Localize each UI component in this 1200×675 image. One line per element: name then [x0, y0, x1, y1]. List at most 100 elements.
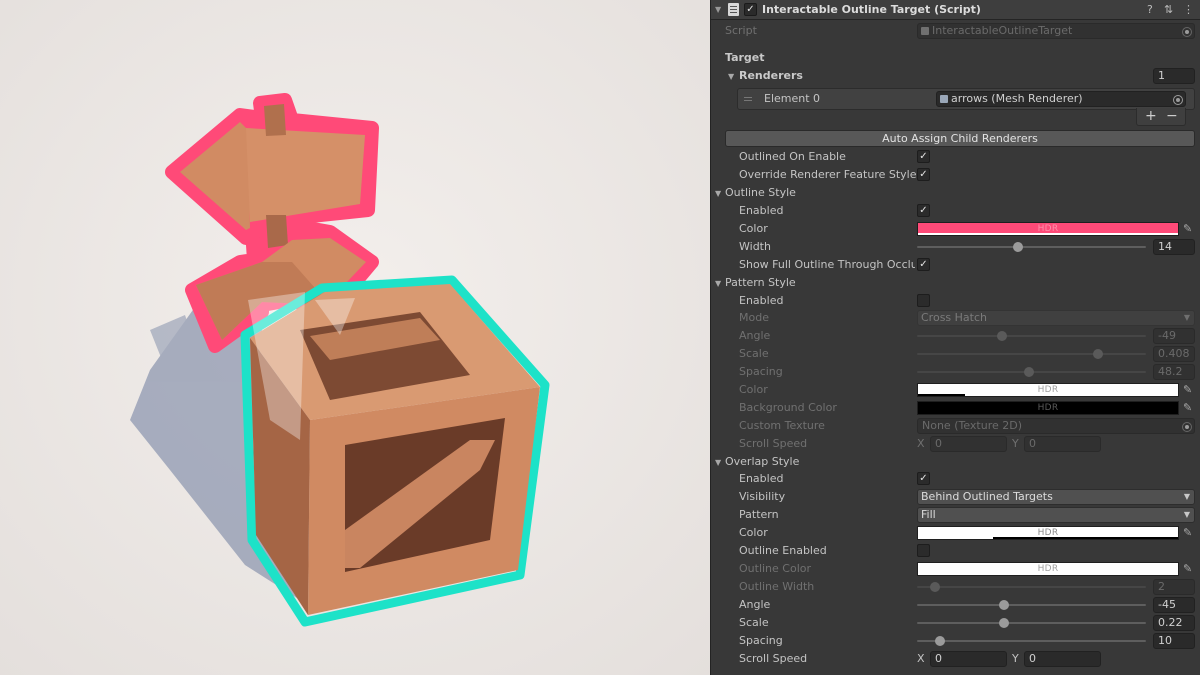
overlap-spacing-slider[interactable] — [917, 636, 1146, 646]
overlap-outline-width-slider — [917, 582, 1146, 592]
overlap-outline-enabled-row: Outline Enabled — [711, 542, 1200, 560]
overlap-spacing-row: Spacing 10 — [711, 632, 1200, 650]
overlap-pattern-value: Fill — [921, 508, 936, 521]
overlap-scroll-y-field[interactable]: 0 — [1024, 651, 1101, 667]
chevron-down-icon: ▼ — [1183, 492, 1190, 501]
pattern-enabled-toggle[interactable] — [917, 294, 930, 307]
slider-thumb[interactable] — [1012, 242, 1023, 252]
pattern-color-row: Color HDR ✎ — [711, 381, 1200, 399]
slider-thumb — [996, 331, 1007, 341]
script-value: InteractableOutlineTarget — [932, 24, 1073, 37]
eyedropper-icon[interactable]: ✎ — [1183, 527, 1195, 539]
overlap-pattern-dropdown[interactable]: Fill ▼ — [917, 507, 1195, 523]
overlap-outline-enabled-toggle[interactable] — [917, 544, 930, 557]
pattern-bg-color-row: Background Color HDR ✎ — [711, 399, 1200, 417]
renderers-row[interactable]: ▼ Renderers 1 — [711, 67, 1200, 85]
overlap-style-label: Overlap Style — [725, 455, 800, 468]
script-file-icon — [921, 27, 929, 35]
overlap-angle-field[interactable]: -45 — [1153, 597, 1195, 613]
pattern-scale-row: Scale 0.408 — [711, 345, 1200, 363]
element-0-field[interactable]: arrows (Mesh Renderer) — [936, 91, 1186, 107]
outline-width-field[interactable]: 14 — [1153, 239, 1195, 255]
element-0-label: Element 0 — [764, 92, 821, 105]
overlap-scale-field[interactable]: 0.22 — [1153, 615, 1195, 631]
slider-thumb[interactable] — [934, 636, 945, 646]
pattern-style-header[interactable]: ▼ Pattern Style — [711, 274, 1200, 292]
overlap-style-fold-icon[interactable]: ▼ — [715, 458, 721, 467]
overlap-visibility-row: Visibility Behind Outlined Targets ▼ — [711, 488, 1200, 506]
remove-element-button[interactable]: − — [1166, 108, 1178, 124]
outline-enabled-toggle[interactable]: ✓ — [917, 204, 930, 217]
object-picker-icon — [1182, 422, 1192, 432]
show-full-outline-toggle[interactable]: ✓ — [917, 258, 930, 271]
overlap-outline-enabled-label: Outline Enabled — [739, 544, 827, 557]
y-label: Y — [1012, 652, 1019, 665]
outlined-on-enable-label: Outlined On Enable — [739, 150, 846, 163]
overlap-outline-width-field: 2 — [1153, 579, 1195, 595]
component-enable-checkbox[interactable]: ✓ — [744, 3, 757, 16]
override-style-toggle[interactable]: ✓ — [917, 168, 930, 181]
overlap-enabled-toggle[interactable]: ✓ — [917, 472, 930, 485]
custom-texture-value: None (Texture 2D) — [922, 419, 1023, 432]
overlap-angle-slider[interactable] — [917, 600, 1146, 610]
hdr-badge: HDR — [1037, 564, 1059, 574]
drag-handle-icon[interactable] — [744, 97, 752, 98]
pattern-angle-label: Angle — [739, 329, 771, 342]
slider-thumb[interactable] — [999, 618, 1010, 628]
outline-style-header[interactable]: ▼ Outline Style — [711, 184, 1200, 202]
fold-arrow-icon[interactable]: ▼ — [715, 5, 721, 14]
overlap-scale-slider[interactable] — [917, 618, 1146, 628]
outline-width-row: Width 14 — [711, 238, 1200, 256]
overlap-style-header[interactable]: ▼ Overlap Style — [711, 453, 1200, 471]
renderers-label: Renderers — [739, 69, 803, 82]
overlap-scale-row: Scale 0.22 — [711, 614, 1200, 632]
outlined-on-enable-row: Outlined On Enable ✓ — [711, 148, 1200, 166]
auto-assign-button[interactable]: Auto Assign Child Renderers — [725, 130, 1195, 147]
outlined-on-enable-toggle[interactable]: ✓ — [917, 150, 930, 163]
target-header: Target — [725, 51, 765, 64]
crate-object — [240, 275, 550, 627]
overlap-outline-color-swatch: HDR — [917, 562, 1179, 576]
x-label: X — [917, 652, 925, 665]
overlap-angle-label: Angle — [739, 598, 771, 611]
help-icon[interactable]: ? — [1147, 3, 1153, 16]
outline-color-swatch[interactable]: HDR — [917, 222, 1179, 236]
outline-enabled-row: Enabled ✓ — [711, 202, 1200, 220]
y-label: Y — [1012, 437, 1019, 450]
override-style-row: Override Renderer Feature Style ✓ — [711, 166, 1200, 184]
pattern-scroll-speed-label: Scroll Speed — [739, 437, 808, 450]
pattern-mode-value: Cross Hatch — [921, 311, 987, 324]
overlap-scroll-speed-label: Scroll Speed — [739, 652, 808, 665]
add-element-button[interactable]: + — [1145, 108, 1157, 124]
slider-thumb[interactable] — [999, 600, 1010, 610]
pattern-style-fold-icon[interactable]: ▼ — [715, 279, 721, 288]
outline-width-slider[interactable] — [917, 242, 1146, 252]
overlap-visibility-dropdown[interactable]: Behind Outlined Targets ▼ — [917, 489, 1195, 505]
script-field: InteractableOutlineTarget — [917, 23, 1195, 39]
overlap-spacing-label: Spacing — [739, 634, 783, 647]
alpha-bar — [918, 394, 965, 396]
eyedropper-icon[interactable]: ✎ — [1183, 223, 1195, 235]
object-picker-icon[interactable] — [1173, 95, 1183, 105]
renderers-fold-icon[interactable]: ▼ — [728, 72, 734, 81]
pattern-angle-slider — [917, 331, 1146, 341]
pattern-color-swatch: HDR — [917, 383, 1179, 397]
overlap-outline-width-row: Outline Width 2 — [711, 578, 1200, 596]
overlap-spacing-field[interactable]: 10 — [1153, 633, 1195, 649]
overlap-outline-width-label: Outline Width — [739, 580, 815, 593]
preset-icon[interactable]: ⇅ — [1164, 3, 1173, 16]
renderers-list: Element 0 arrows (Mesh Renderer) — [737, 88, 1195, 110]
outline-style-fold-icon[interactable]: ▼ — [715, 189, 721, 198]
script-icon — [728, 3, 739, 16]
script-label: Script — [725, 24, 757, 37]
renderers-count-field[interactable]: 1 — [1153, 68, 1195, 84]
override-style-label: Override Renderer Feature Style — [739, 168, 917, 181]
pattern-mode-label: Mode — [739, 311, 769, 324]
scene-viewport[interactable] — [0, 0, 710, 675]
component-header[interactable]: ▼ ✓ Interactable Outline Target (Script)… — [711, 0, 1200, 20]
pattern-angle-row: Angle -49 — [711, 327, 1200, 345]
pattern-scroll-x-field: 0 — [930, 436, 1007, 452]
kebab-menu-icon[interactable]: ⋮ — [1183, 3, 1194, 16]
overlap-color-swatch[interactable]: HDR — [917, 526, 1179, 540]
overlap-scroll-x-field[interactable]: 0 — [930, 651, 1007, 667]
